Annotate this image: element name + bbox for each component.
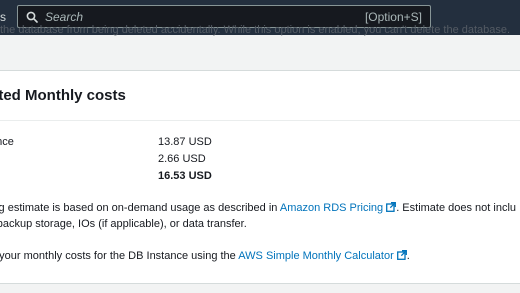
estimate-note-line1: ing estimate is based on on-demand usage… [0, 202, 516, 214]
cost-total-value: 16.53 USD [158, 170, 212, 182]
calculator-note-suffix: . [406, 250, 410, 262]
search-placeholder: Search [45, 10, 84, 24]
rds-pricing-link[interactable]: Amazon RDS Pricing [280, 202, 383, 214]
external-link-icon[interactable] [396, 250, 407, 260]
cost-row-value: 13.87 USD [158, 136, 212, 148]
external-link-icon[interactable] [386, 202, 397, 212]
page-background-strip [0, 284, 520, 293]
deletion-protection-description: the database from being deleted accident… [0, 24, 511, 36]
estimate-note-text: ing estimate is based on on-demand usage… [0, 202, 280, 214]
calculator-note-text: e your monthly costs for the DB Instance… [0, 250, 239, 262]
estimate-note-line2: r backup storage, IOs (if applicable), o… [0, 218, 247, 230]
search-shortcut-hint: [Option+S] [364, 10, 422, 24]
estimated-monthly-costs-panel: ated Monthly costs ance 13.87 USD e 2.66… [0, 70, 520, 284]
cost-row-label: ance [0, 136, 14, 148]
search-icon [26, 11, 38, 23]
cost-row-value: 2.66 USD [158, 153, 206, 165]
panel-title: ated Monthly costs [0, 87, 126, 104]
nav-fragment[interactable]: s [0, 10, 6, 24]
aws-simple-monthly-calculator-link[interactable]: AWS Simple Monthly Calculator [238, 250, 393, 262]
panel-header: ated Monthly costs [0, 71, 520, 121]
calculator-note: e your monthly costs for the DB Instance… [0, 250, 410, 262]
estimate-note-text-suffix: . Estimate does not inclu [396, 202, 517, 214]
